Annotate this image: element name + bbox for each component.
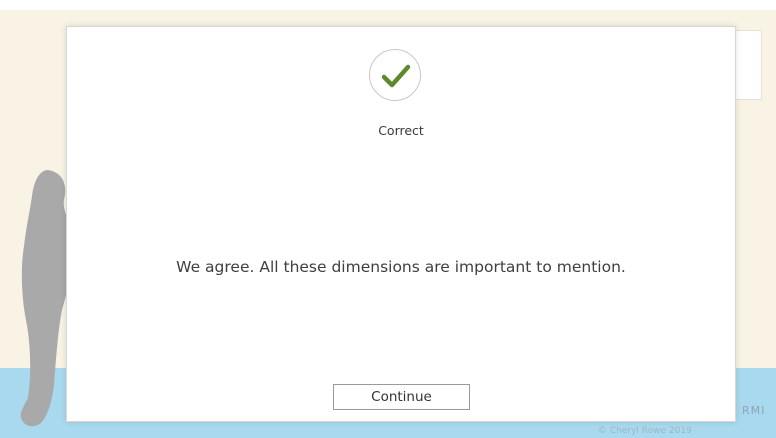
feedback-dialog: Correct We agree. All these dimensions a… [66,26,736,422]
feedback-message: We agree. All these dimensions are impor… [176,258,626,276]
background-partial-subtext: © Cheryl Rowe 2019 [598,426,692,436]
background-top-strip [0,0,776,10]
status-label: Correct [378,123,424,138]
correct-status-circle [369,49,421,101]
continue-button[interactable]: Continue [333,384,470,410]
background-partial-text: RMI [742,404,766,417]
checkmark-icon [381,64,411,88]
